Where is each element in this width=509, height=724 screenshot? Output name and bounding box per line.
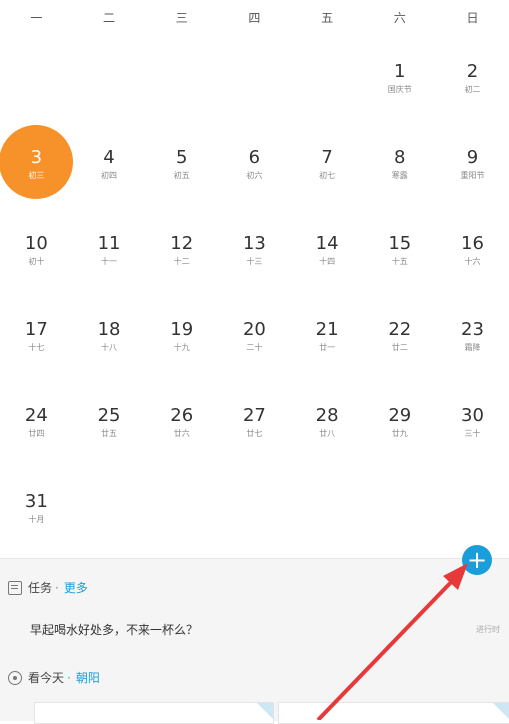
annotation-arrow [316,563,468,720]
arrow-shaft [316,573,460,720]
